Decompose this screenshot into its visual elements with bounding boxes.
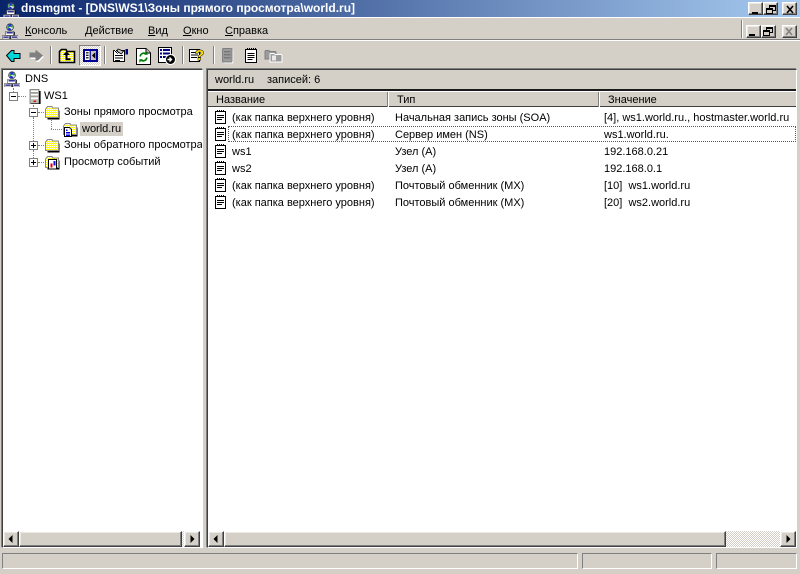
svg-text:?: ? <box>195 47 204 62</box>
